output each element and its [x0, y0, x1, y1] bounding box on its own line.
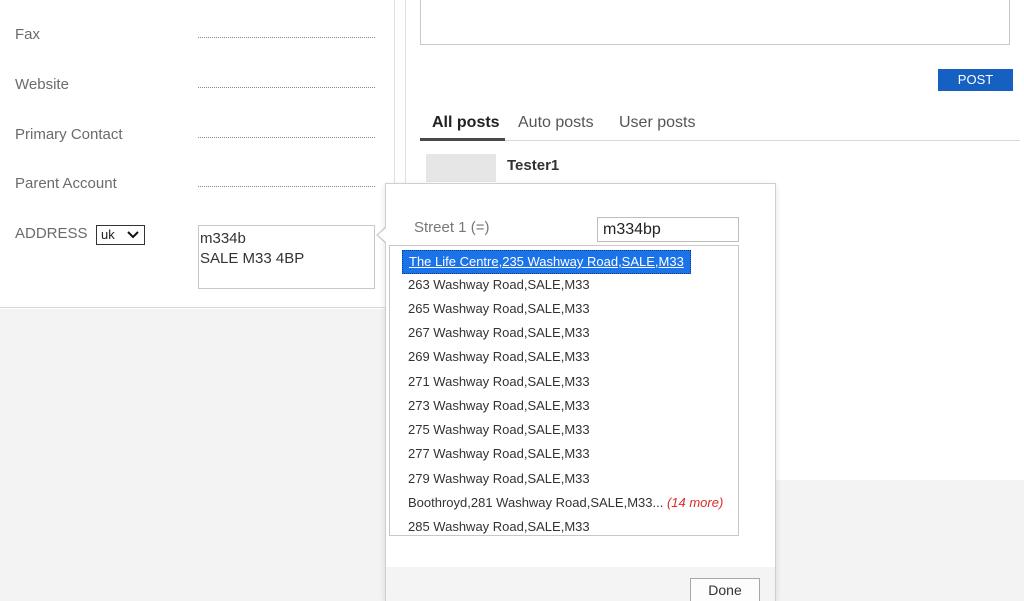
country-select-value: uk — [101, 227, 115, 242]
crm-screen: Fax Website Primary Contact Parent Accou… — [0, 0, 1024, 601]
parent-account-input[interactable] — [198, 186, 375, 187]
website-label: Website — [15, 76, 69, 93]
result-item[interactable]: 263 Washway Road,SALE,M33 — [408, 275, 590, 297]
result-item[interactable]: 279 Washway Road,SALE,M33 — [408, 469, 590, 491]
tab-auto-posts[interactable]: Auto posts — [518, 114, 594, 132]
parent-account-label: Parent Account — [15, 175, 117, 192]
website-field[interactable]: Website — [15, 76, 380, 100]
post-button[interactable]: POST — [938, 69, 1013, 91]
result-item[interactable]: 271 Washway Road,SALE,M33 — [408, 372, 590, 394]
post-avatar — [426, 154, 496, 182]
result-item[interactable]: 275 Washway Road,SALE,M33 — [408, 420, 590, 442]
primary-contact-field[interactable]: Primary Contact — [15, 126, 380, 150]
result-item[interactable]: 273 Washway Road,SALE,M33 — [408, 396, 590, 418]
more-results-link[interactable]: (14 more) — [667, 495, 723, 510]
popup-pointer-fill — [378, 227, 387, 243]
result-item[interactable]: 269 Washway Road,SALE,M33 — [408, 347, 590, 369]
result-item[interactable]: The Life Centre,235 Washway Road,SALE,M3… — [402, 250, 691, 274]
primary-contact-label: Primary Contact — [15, 126, 123, 143]
address-results-list[interactable]: The Life Centre,235 Washway Road,SALE,M3… — [389, 245, 739, 536]
chevron-down-icon — [126, 226, 140, 249]
street-label: Street 1 (=) — [414, 219, 490, 236]
address-lookup-popup: Street 1 (=) The Life Centre,235 Washway… — [385, 183, 776, 601]
result-item[interactable]: 277 Washway Road,SALE,M33 — [408, 444, 590, 466]
result-item-text: Boothroyd,281 Washway Road,SALE,M33... — [408, 495, 664, 510]
country-select[interactable]: uk — [96, 225, 145, 245]
fax-label: Fax — [15, 26, 41, 43]
fax-field[interactable]: Fax — [15, 26, 380, 50]
parent-account-field[interactable]: Parent Account — [15, 175, 380, 199]
primary-contact-input[interactable] — [198, 137, 375, 138]
post-tabs: All posts Auto posts User posts — [420, 112, 1020, 141]
result-item[interactable]: 267 Washway Road,SALE,M33 — [408, 323, 590, 345]
address-textbox[interactable]: m334b SALE M33 4BP — [198, 225, 375, 289]
post-author[interactable]: Tester1 — [507, 157, 559, 174]
tab-user-posts[interactable]: User posts — [619, 114, 695, 132]
website-input[interactable] — [198, 87, 375, 88]
result-item-with-more[interactable]: Boothroyd,281 Washway Road,SALE,M33... (… — [408, 493, 723, 515]
street-search-input[interactable] — [597, 217, 739, 242]
address-line-2: SALE M33 4BP — [200, 250, 305, 267]
background-area-right — [777, 488, 1024, 601]
account-form: Fax Website Primary Contact Parent Accou… — [0, 0, 395, 308]
result-item[interactable]: 285 Washway Road,SALE,M33 — [408, 517, 590, 535]
fax-input[interactable] — [198, 37, 375, 38]
result-item[interactable]: 265 Washway Road,SALE,M33 — [408, 299, 590, 321]
done-button[interactable]: Done — [690, 578, 760, 601]
active-tab-indicator — [420, 138, 505, 141]
address-line-1: m334b — [200, 230, 246, 247]
post-textarea[interactable] — [420, 0, 1010, 45]
address-label: ADDRESS — [15, 225, 88, 242]
tab-all-posts[interactable]: All posts — [432, 114, 500, 132]
